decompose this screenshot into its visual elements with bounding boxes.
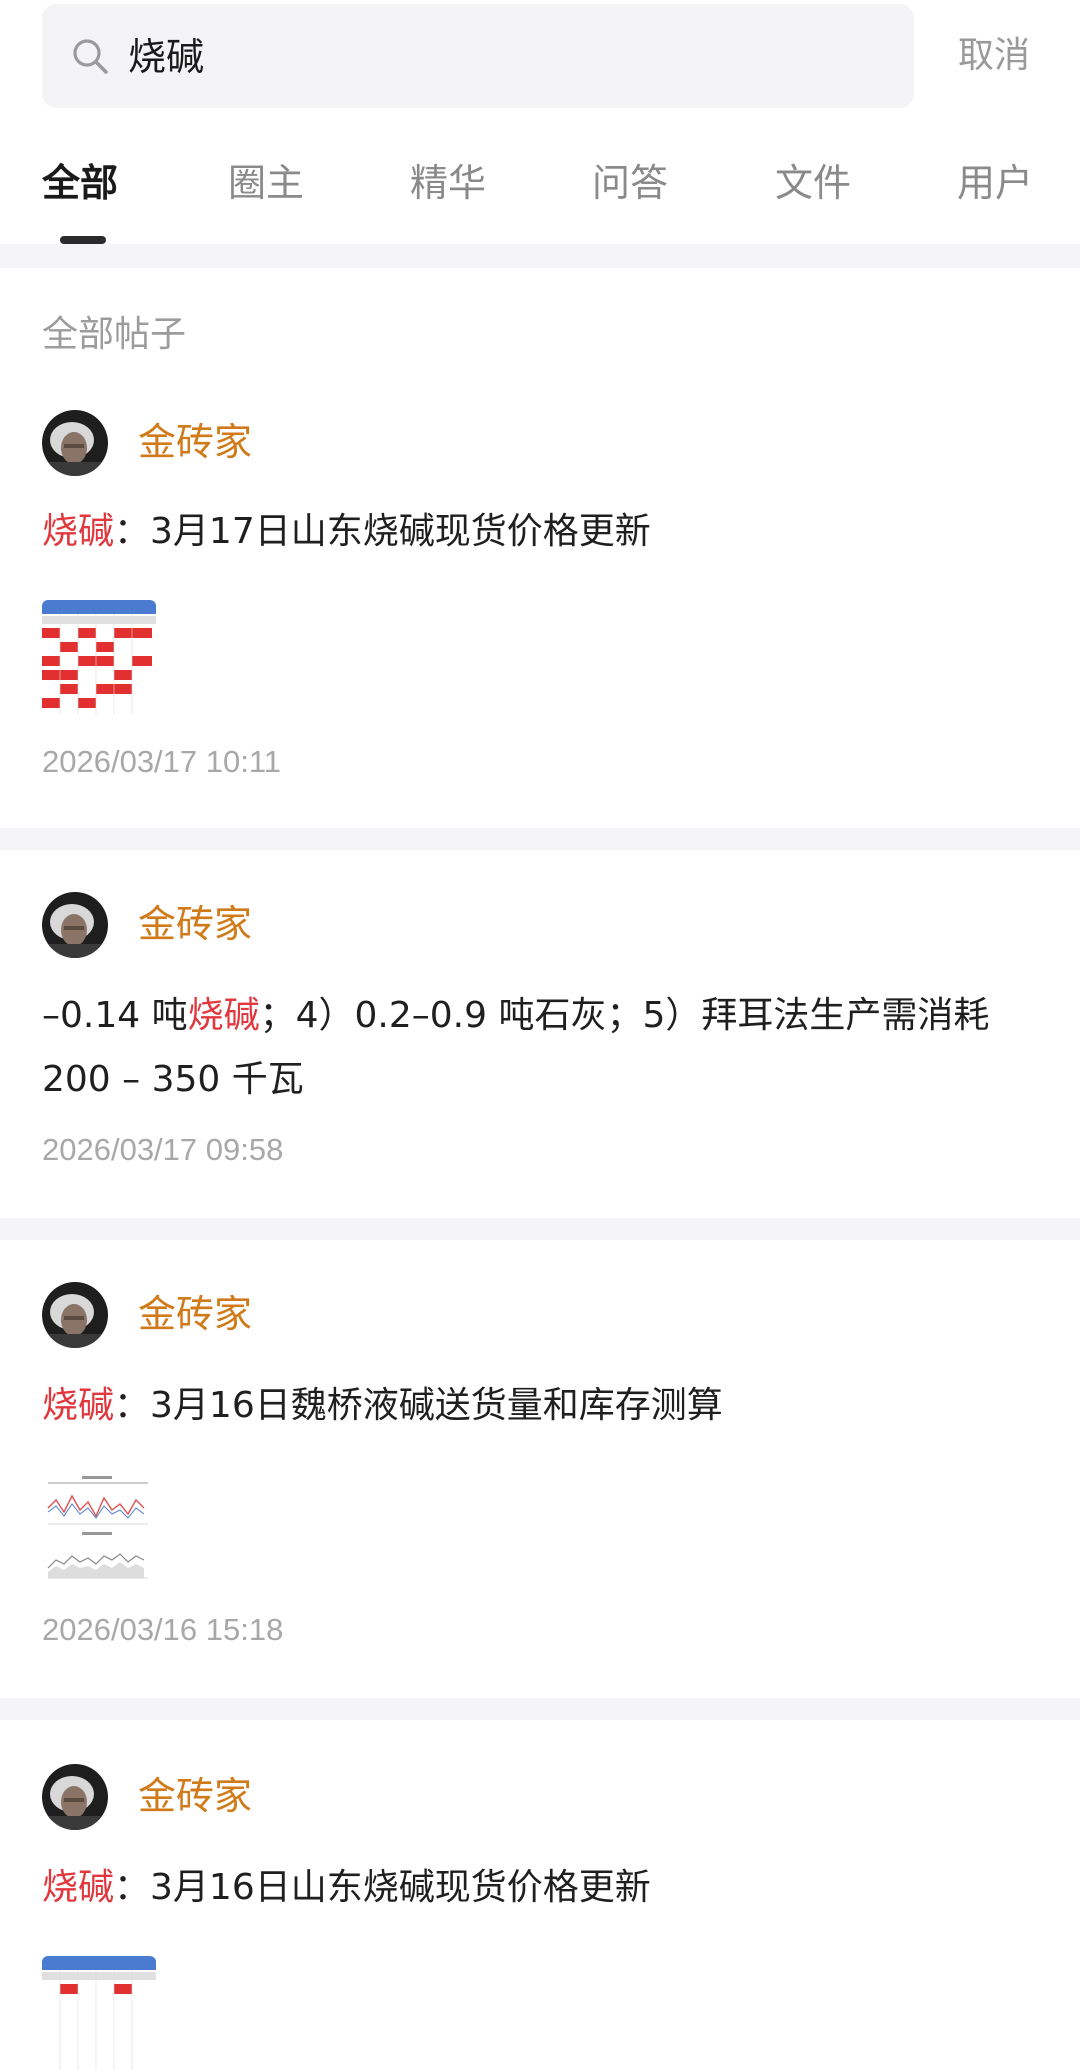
post-image-thumbnail[interactable] xyxy=(42,600,156,714)
tab-all[interactable]: 全部 xyxy=(42,158,118,208)
avatar[interactable] xyxy=(42,1764,108,1830)
post-text-line-2: 200 – 350 千瓦 xyxy=(42,1059,304,1100)
keyword-highlight: 烧碱 xyxy=(42,1385,115,1426)
post-timestamp: 2026/03/17 09:58 xyxy=(42,1132,284,1167)
post-title[interactable]: 烧碱：3月17日山东烧碱现货价格更新 xyxy=(42,500,1042,564)
tab-bar: 全部 圈主 精华 问答 文件 用户 xyxy=(0,140,1080,244)
post-text: –0.14 吨 xyxy=(42,995,188,1036)
divider xyxy=(0,1218,1080,1240)
post-item[interactable]: 金砖家 烧碱：3月17日山东烧碱现货价格更新 2026/03/17 10:11 xyxy=(0,400,1080,820)
author-name[interactable]: 金砖家 xyxy=(138,416,252,468)
post-timestamp: 2026/03/17 10:11 xyxy=(42,744,282,779)
post-title[interactable]: 烧碱：3月16日山东烧碱现货价格更新 xyxy=(42,1856,1042,1920)
keyword-highlight: 烧碱 xyxy=(42,511,115,552)
post-title[interactable]: 烧碱：3月16日魏桥液碱送货量和库存测算 xyxy=(42,1374,1042,1438)
avatar[interactable] xyxy=(42,892,108,958)
divider xyxy=(0,828,1080,850)
tab-files[interactable]: 文件 xyxy=(775,158,851,208)
post-item[interactable]: 金砖家 烧碱：3月16日山东烧碱现货价格更新 xyxy=(0,1762,1080,2070)
cancel-button[interactable]: 取消 xyxy=(958,26,1030,86)
author-name[interactable]: 金砖家 xyxy=(138,1770,252,1822)
author-name[interactable]: 金砖家 xyxy=(138,1288,252,1340)
post-title[interactable]: –0.14 吨烧碱；4）0.2–0.9 吨石灰；5）拜耳法生产需消耗 200 –… xyxy=(42,984,1042,1112)
tab-owner[interactable]: 圈主 xyxy=(228,158,304,208)
search-icon xyxy=(73,39,108,74)
author-name[interactable]: 金砖家 xyxy=(138,898,252,950)
post-image-thumbnail[interactable] xyxy=(42,1472,156,1586)
post-text-line-1: –0.14 吨烧碱；4）0.2–0.9 吨石灰；5）拜耳法生产需消耗 xyxy=(42,984,1042,1048)
post-text: ：3月16日山东烧碱现货价格更新 xyxy=(114,1867,651,1908)
tab-users[interactable]: 用户 xyxy=(957,158,1033,208)
post-item[interactable]: 金砖家 –0.14 吨烧碱；4）0.2–0.9 吨石灰；5）拜耳法生产需消耗 2… xyxy=(0,890,1080,1210)
avatar[interactable] xyxy=(42,1282,108,1348)
divider xyxy=(0,244,1080,268)
search-input[interactable] xyxy=(126,4,890,110)
tab-qa[interactable]: 问答 xyxy=(592,158,668,208)
search-box[interactable] xyxy=(42,4,914,110)
post-text: ：3月16日魏桥液碱送货量和库存测算 xyxy=(114,1385,723,1426)
search-bar: 取消 xyxy=(0,0,1080,115)
post-text: ；4）0.2–0.9 吨石灰；5）拜耳法生产需消耗 xyxy=(259,995,990,1036)
post-image-thumbnail[interactable] xyxy=(42,1956,156,2070)
post-text: ：3月17日山东烧碱现货价格更新 xyxy=(114,511,651,552)
avatar[interactable] xyxy=(42,410,108,476)
post-timestamp: 2026/03/16 15:18 xyxy=(42,1612,284,1647)
divider xyxy=(0,1698,1080,1720)
post-item[interactable]: 金砖家 烧碱：3月16日魏桥液碱送货量和库存测算 2026/03/16 15:1… xyxy=(0,1280,1080,1680)
keyword-highlight: 烧碱 xyxy=(42,1867,115,1908)
active-tab-indicator xyxy=(60,236,106,244)
keyword-highlight: 烧碱 xyxy=(187,995,260,1036)
tab-featured[interactable]: 精华 xyxy=(410,158,486,208)
section-title: 全部帖子 xyxy=(42,314,187,355)
